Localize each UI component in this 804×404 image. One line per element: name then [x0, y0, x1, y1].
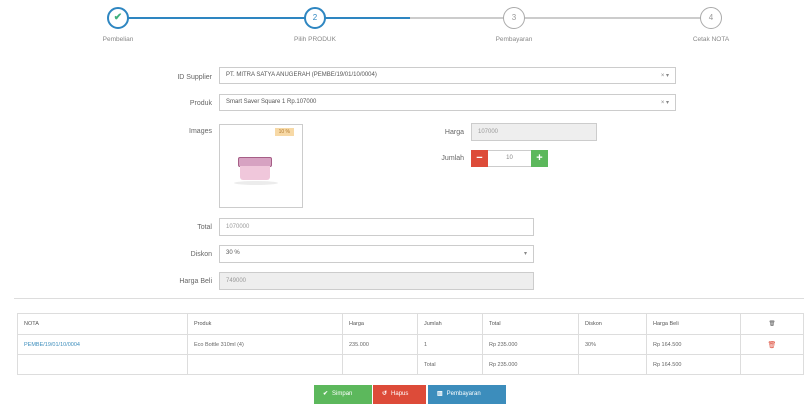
select-clear-and-chevron-icon[interactable]: × ▾ — [661, 99, 669, 106]
wizard-step-2-label: Pilih PRODUK — [294, 36, 336, 43]
column-header: Jumlah — [417, 313, 483, 335]
column-header: Produk — [187, 313, 343, 335]
table-cell: Rp 235.000 — [482, 334, 579, 355]
trash-icon[interactable]: 🗑 — [768, 342, 777, 349]
wizard-step-4-label: Cetak NOTA — [692, 36, 730, 43]
quantity-input[interactable]: 10 — [488, 150, 531, 167]
table-cell — [740, 354, 804, 375]
column-header: NOTA — [17, 313, 188, 335]
wizard-step-3-number: 3 — [511, 13, 517, 22]
wizard-step-1-label: Pembelian — [102, 36, 134, 43]
table-row: PEMBE/19/01/10/0004 Eco Bottle 310ml (4)… — [17, 334, 804, 355]
column-header: Total — [482, 313, 579, 335]
total-field[interactable]: 1070000 — [219, 218, 534, 236]
wizard-step-2-number: 2 — [312, 13, 318, 22]
table-cell: Eco Bottle 310ml (4) — [187, 334, 343, 355]
container-body-graphic — [240, 166, 270, 180]
total-row-harga-beli: Rp 164.500 — [646, 354, 741, 375]
supplier-select[interactable]: PT. MITRA SATYA ANUGERAH (PEMBE/19/01/10… — [219, 67, 676, 84]
wizard-step-2[interactable]: 2 — [304, 7, 326, 29]
produk-select[interactable]: Smart Saver Square 1 Rp.107000 × ▾ — [219, 94, 676, 111]
table-cell — [578, 354, 647, 375]
payment-button[interactable]: ▥ Pembayaran — [428, 385, 506, 404]
wizard-step-3-label: Pembayaran — [495, 36, 533, 43]
table-total-row: Total Rp 235.000 Rp 164.500 — [17, 354, 804, 375]
harga-beli-label: Harga Beli — [179, 278, 212, 285]
table-cell: Rp 164.500 — [646, 334, 741, 355]
select-clear-and-chevron-icon[interactable]: × ▾ — [661, 72, 669, 79]
produk-value: Smart Saver Square 1 Rp.107000 — [226, 99, 317, 105]
total-row-total: Rp 235.000 — [482, 354, 579, 375]
supplier-value: PT. MITRA SATYA ANUGERAH (PEMBE/19/01/10… — [226, 72, 377, 78]
wizard-progress-line — [128, 17, 410, 19]
column-header: Diskon — [578, 313, 647, 335]
save-button[interactable]: ✔ Simpan — [314, 385, 372, 404]
diskon-value: 30 % — [226, 250, 240, 256]
save-button-label: Simpan — [332, 391, 353, 397]
table-cell: 235.000 — [342, 334, 418, 355]
total-row-label: Total — [417, 354, 483, 375]
trash-header-icon: 🗑 — [740, 313, 804, 335]
table-header-row: NOTA Produk Harga Jumlah Total Diskon Ha… — [17, 313, 804, 335]
wizard-step-4-number: 4 — [708, 13, 714, 22]
total-label: Total — [197, 224, 212, 231]
table-cell: 30% — [578, 334, 647, 355]
harga-field[interactable]: 107000 — [471, 123, 597, 141]
undo-icon: ↺ — [382, 391, 388, 397]
container-shadow-graphic — [234, 181, 278, 185]
discount-badge: 10 % — [274, 128, 294, 136]
harga-label: Harga — [444, 129, 464, 136]
wizard-step-4[interactable]: 4 — [700, 7, 722, 29]
images-label: Images — [189, 128, 212, 135]
wizard-pending-line — [410, 17, 712, 19]
table-cell — [342, 354, 418, 375]
table-icon: ▥ — [437, 391, 443, 397]
table-cell: 1 — [417, 334, 483, 355]
delete-button[interactable]: ↺ Hapus — [373, 385, 426, 404]
quantity-decrease-button[interactable]: − — [471, 150, 488, 167]
harga-beli-field[interactable]: 749000 — [219, 272, 534, 290]
check-icon: ✔ — [323, 391, 329, 397]
table-cell — [187, 354, 343, 375]
delete-row-cell: 🗑 — [740, 334, 804, 355]
delete-button-label: Hapus — [391, 391, 409, 397]
diskon-label: Diskon — [190, 251, 212, 258]
chevron-down-icon[interactable]: ▾ — [524, 250, 527, 257]
table-cell — [17, 354, 188, 375]
wizard-step-1[interactable]: ✔ — [107, 7, 129, 29]
produk-label: Produk — [189, 100, 212, 107]
quantity-increase-button[interactable]: + — [531, 150, 548, 167]
checkout-wizard: ✔ Pembelian 2 Pilih PRODUK 3 Pembayaran … — [0, 0, 804, 52]
column-header: Harga — [342, 313, 418, 335]
check-icon: ✔ — [113, 12, 123, 23]
nota-link[interactable]: PEMBE/19/01/10/0004 — [17, 334, 188, 355]
diskon-select[interactable]: 30 % ▾ — [219, 245, 534, 263]
column-header: Harga Beli — [646, 313, 741, 335]
product-image: 10 % — [219, 124, 303, 208]
purchase-items-table: NOTA Produk Harga Jumlah Total Diskon Ha… — [17, 313, 804, 375]
wizard-step-3[interactable]: 3 — [503, 7, 525, 29]
payment-button-label: Pembayaran — [446, 391, 481, 397]
section-divider — [14, 298, 804, 299]
jumlah-label: Jumlah — [441, 155, 464, 162]
supplier-label: ID Supplier — [177, 74, 212, 81]
